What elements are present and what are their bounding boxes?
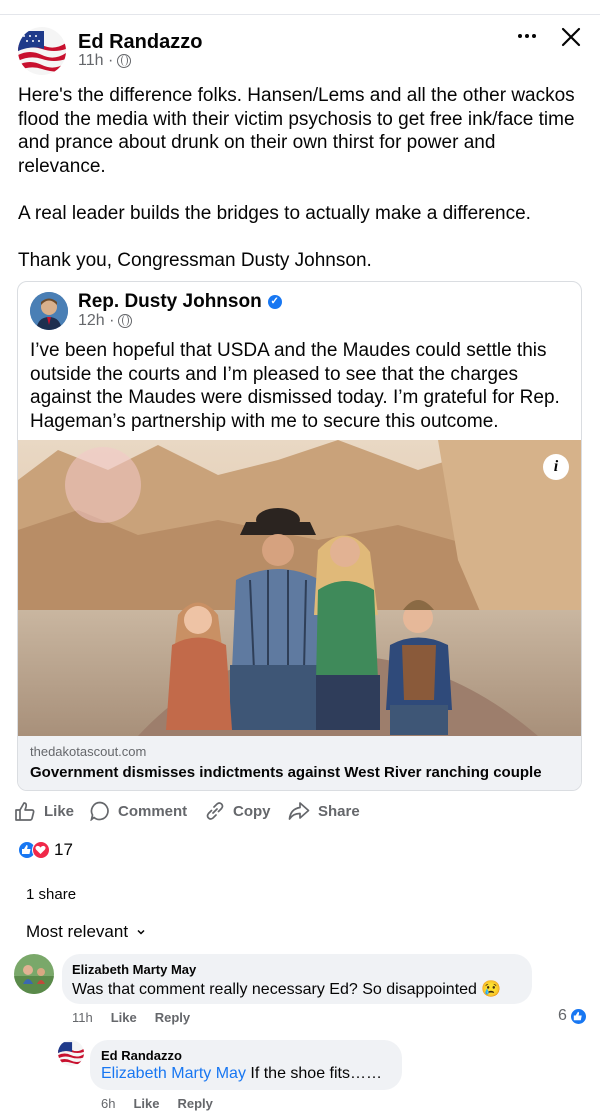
- comment-button[interactable]: Comment: [90, 800, 187, 822]
- top-divider: [0, 14, 600, 15]
- shared-author-avatar[interactable]: [30, 292, 68, 330]
- comment-actions: 11h Like Reply: [72, 1010, 190, 1025]
- shared-post-card[interactable]: Rep. Dusty Johnson ✓ 12h · I’ve been hop…: [17, 281, 582, 791]
- share-count[interactable]: 1 share: [26, 886, 76, 903]
- commenter-avatar[interactable]: [14, 954, 54, 994]
- comment-reaction-count[interactable]: 6: [558, 1007, 587, 1025]
- shared-timestamp[interactable]: 12h ·: [78, 312, 133, 330]
- copy-icon: [206, 802, 224, 820]
- sort-label: Most relevant: [26, 922, 129, 941]
- comment-text: Was that comment really necessary Ed? So…: [72, 981, 502, 998]
- close-icon[interactable]: [560, 26, 582, 48]
- comment-icon: [90, 801, 109, 821]
- post-timestamp[interactable]: 11h ·: [78, 52, 132, 70]
- shared-post-text: I’ve been hopeful that USDA and the Maud…: [30, 340, 560, 432]
- comment-reaction-number: 6: [558, 1007, 567, 1024]
- info-icon[interactable]: i: [543, 454, 569, 480]
- link-domain: thedakotascout.com: [30, 744, 147, 759]
- comment-time[interactable]: 11h: [72, 1010, 93, 1025]
- comment-label: Comment: [118, 802, 188, 820]
- post-author-name[interactable]: Ed Randazzo: [78, 31, 202, 54]
- share-button[interactable]: Share: [288, 800, 360, 822]
- verified-icon: ✓: [267, 295, 282, 309]
- reply-mention[interactable]: Elizabeth Marty May: [101, 1065, 246, 1082]
- shared-author-label: Rep. Dusty Johnson: [78, 291, 262, 312]
- post-text: Here's the difference folks. Hansen/Lems…: [18, 85, 575, 272]
- reactions-summary[interactable]: 17: [18, 840, 73, 860]
- reaction-count: 17: [54, 840, 73, 859]
- like-label: Like: [44, 802, 75, 820]
- link-title[interactable]: Government dismisses indictments against…: [30, 764, 542, 781]
- flag-avatar-icon: [18, 27, 66, 75]
- reply-body: If the shoe fits……: [245, 1065, 382, 1082]
- reply-bubble[interactable]: Ed Randazzo Elizabeth Marty May If the s…: [90, 1040, 402, 1090]
- globe-icon: [117, 54, 132, 68]
- reply-time[interactable]: 6h: [101, 1096, 115, 1111]
- reply-actions: 6h Like Reply: [101, 1096, 213, 1111]
- comment-reply-button[interactable]: Reply: [155, 1010, 190, 1025]
- comment-author[interactable]: Elizabeth Marty May: [72, 962, 522, 977]
- shared-time-text: 12h ·: [78, 312, 115, 329]
- reply-avatar[interactable]: [58, 1040, 84, 1066]
- comment-bubble[interactable]: Elizabeth Marty May Was that comment rea…: [62, 954, 532, 1004]
- post-time-text: 11h ·: [78, 52, 114, 69]
- shared-author-name[interactable]: Rep. Dusty Johnson ✓: [78, 291, 282, 313]
- globe-icon: [118, 314, 133, 328]
- more-icon[interactable]: [518, 28, 538, 44]
- flag-avatar-icon: [58, 1040, 84, 1066]
- like-reaction-icon: [569, 1007, 587, 1025]
- reply-reply-button[interactable]: Reply: [177, 1096, 212, 1111]
- share-label: Share: [318, 802, 360, 820]
- chevron-down-icon: [137, 929, 145, 935]
- like-icon: [15, 802, 35, 821]
- like-button[interactable]: Like: [14, 800, 74, 822]
- reply-like-button[interactable]: Like: [133, 1096, 159, 1111]
- link-preview-footer[interactable]: thedakotascout.com Government dismisses …: [18, 736, 581, 790]
- love-reaction-icon: [32, 841, 50, 859]
- reply-author[interactable]: Ed Randazzo: [101, 1048, 391, 1063]
- link-preview-image[interactable]: i: [18, 440, 581, 736]
- author-avatar[interactable]: [18, 27, 66, 75]
- comment-sort-dropdown[interactable]: Most relevant: [26, 922, 146, 942]
- copy-button[interactable]: Copy: [205, 800, 271, 822]
- reply-text: Elizabeth Marty May If the shoe fits……: [101, 1065, 391, 1083]
- share-icon: [288, 802, 310, 820]
- family-photo: [18, 440, 581, 736]
- copy-label: Copy: [233, 802, 271, 820]
- comment-like-button[interactable]: Like: [111, 1010, 137, 1025]
